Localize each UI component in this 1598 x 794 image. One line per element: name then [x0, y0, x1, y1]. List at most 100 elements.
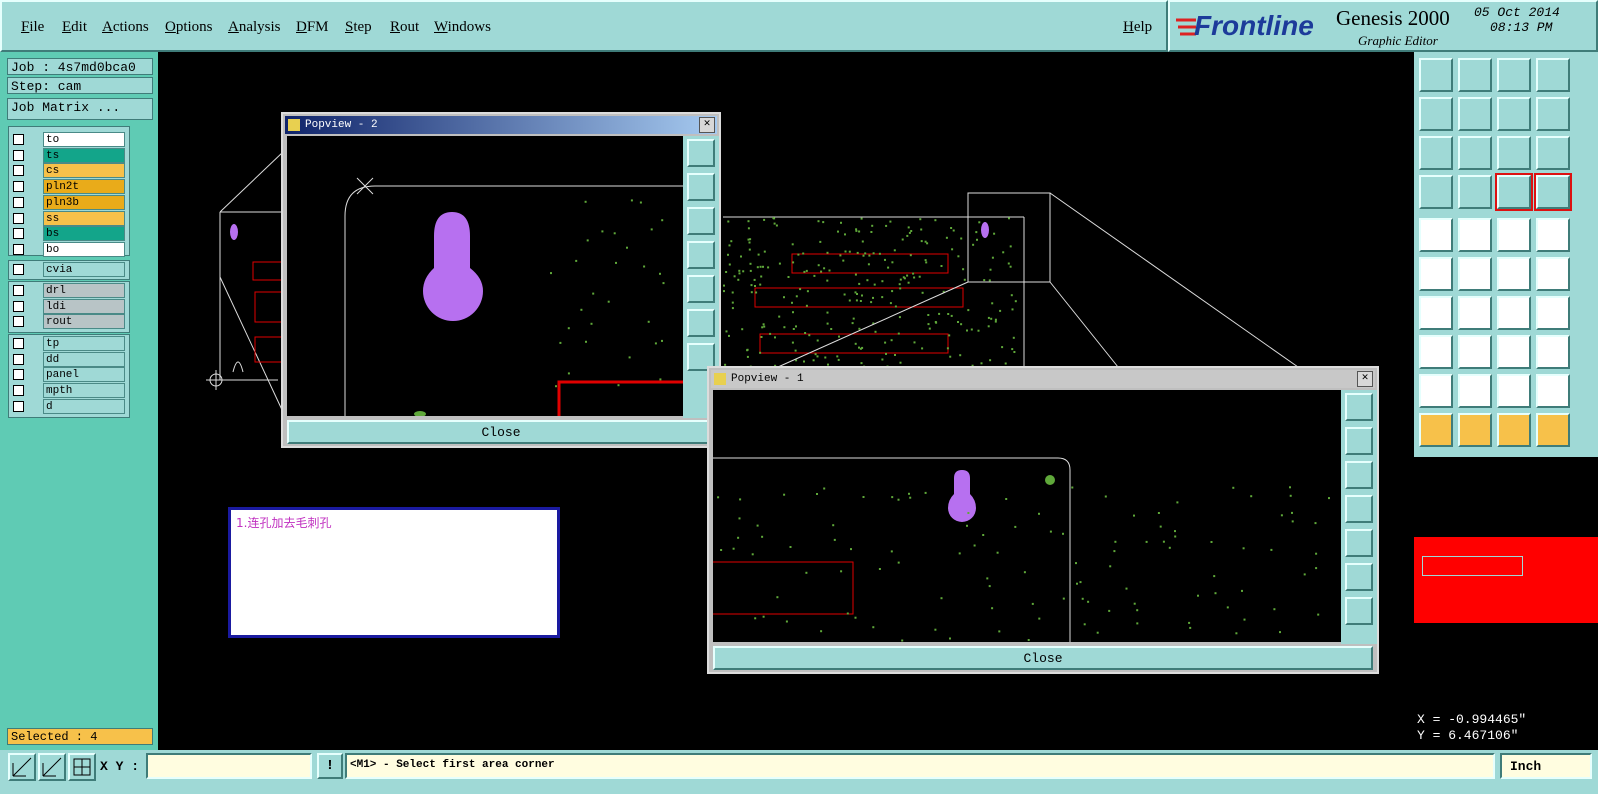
zoom-home-button[interactable]	[1345, 393, 1373, 421]
select-pad-button[interactable]	[1419, 218, 1453, 252]
pan-right-button[interactable]	[1458, 97, 1492, 131]
layer-checkbox[interactable]	[13, 338, 24, 349]
layer-row-ts[interactable]: ts	[10, 147, 126, 163]
help-button[interactable]	[1536, 136, 1570, 170]
fit-box-button[interactable]	[1458, 136, 1492, 170]
popview-2-close-icon[interactable]: ✕	[699, 117, 715, 133]
pan-left-button[interactable]	[1419, 97, 1453, 131]
menu-actions[interactable]: Actions	[102, 19, 149, 36]
route-button[interactable]	[1536, 257, 1570, 291]
layer-row-tp[interactable]: tp	[10, 336, 126, 351]
menu-file[interactable]: File	[21, 19, 44, 36]
connect-button[interactable]	[1419, 257, 1453, 291]
fill-circle-button[interactable]	[1536, 218, 1570, 252]
snap-toggle-button[interactable]	[1497, 97, 1531, 131]
pan-left-button[interactable]	[687, 241, 715, 269]
popview-1-canvas[interactable]	[713, 390, 1341, 659]
layer-checkbox[interactable]	[13, 134, 24, 145]
layer-red-a-button[interactable]	[1495, 173, 1533, 211]
layer-row-drl[interactable]: drl	[10, 283, 126, 298]
layer-row-dd[interactable]: dd	[10, 351, 126, 367]
layer-checkbox[interactable]	[13, 400, 24, 412]
triangle-2-button[interactable]	[1458, 374, 1492, 408]
pan-right-button[interactable]	[1345, 529, 1373, 557]
layer-row-pln2t[interactable]: pln2t	[10, 179, 126, 195]
note-box[interactable]: 1.连孔加去毛刺孔	[228, 507, 560, 638]
triangle-3-button[interactable]	[1497, 374, 1531, 408]
overview-view-box[interactable]	[1422, 556, 1523, 576]
zoom-previous-button[interactable]	[1458, 58, 1492, 92]
fab-text-button[interactable]	[1536, 296, 1570, 330]
layer-checkbox[interactable]	[13, 285, 24, 296]
layer-checkbox[interactable]	[13, 264, 24, 275]
xy-input[interactable]	[146, 753, 312, 779]
menu-step[interactable]: Step	[345, 19, 372, 36]
fit-all-button[interactable]	[1419, 136, 1453, 170]
edit-line-button[interactable]	[1458, 296, 1492, 330]
one-to-one-button[interactable]	[1497, 136, 1531, 170]
pan-left-button[interactable]	[1345, 495, 1373, 523]
draw-line-button[interactable]	[1458, 218, 1492, 252]
layer-checkbox[interactable]	[13, 196, 24, 208]
grid-button[interactable]	[1458, 175, 1492, 209]
popview-1-close-button[interactable]: Close	[713, 646, 1373, 670]
layer-row-d[interactable]: d	[10, 398, 126, 414]
alert-icon[interactable]: !	[317, 753, 343, 779]
info-panel-button[interactable]	[1536, 58, 1570, 92]
pan-down-button[interactable]	[1345, 461, 1373, 489]
zoom-home-button[interactable]	[1419, 58, 1453, 92]
snap-angle-button[interactable]	[38, 753, 66, 781]
gear-pad-button[interactable]	[1536, 335, 1570, 369]
layer-row-cs[interactable]: cs	[10, 163, 126, 179]
menu-windows[interactable]: Windows	[434, 19, 491, 36]
units-field[interactable]: Inch	[1500, 753, 1592, 779]
arc-button[interactable]	[1497, 296, 1531, 330]
menu-rout[interactable]: Rout	[390, 19, 419, 36]
layer-row-rout[interactable]: rout	[10, 314, 126, 330]
menu-help[interactable]: Help	[1123, 19, 1152, 36]
pan-down-button[interactable]	[687, 207, 715, 235]
zoom-out-button[interactable]	[1345, 597, 1373, 625]
layer-row-bo[interactable]: bo	[10, 241, 126, 257]
zoom-in-button[interactable]	[687, 309, 715, 337]
pointer-round-button[interactable]	[1497, 413, 1531, 447]
layer-checkbox[interactable]	[13, 316, 24, 328]
layer-row-bs[interactable]: bs	[10, 226, 126, 242]
popview-1-close-icon[interactable]: ✕	[1357, 371, 1373, 387]
layer-checkbox[interactable]	[13, 243, 24, 255]
ruler-button[interactable]	[1497, 218, 1531, 252]
layer-checkbox[interactable]	[13, 353, 24, 365]
layer-checkbox[interactable]	[13, 385, 24, 397]
resize-button[interactable]	[1458, 335, 1492, 369]
snap-box-button[interactable]	[68, 753, 96, 781]
zoom-home-button[interactable]	[687, 139, 715, 167]
layer-checkbox[interactable]	[13, 165, 24, 177]
popview-2-titlebar[interactable]: Popview - 2	[285, 116, 717, 134]
layer-row-ss[interactable]: ss	[10, 210, 126, 226]
menu-dfm[interactable]: DFM	[296, 19, 329, 36]
layer-checkbox[interactable]	[13, 300, 24, 312]
angle-button[interactable]	[1419, 296, 1453, 330]
popview-1-titlebar[interactable]: Popview - 1	[711, 370, 1375, 388]
menu-edit[interactable]: Edit	[62, 19, 87, 36]
popview-2-canvas[interactable]	[287, 136, 683, 417]
rotate-button[interactable]	[1536, 97, 1570, 131]
popview-2-close-button[interactable]: Close	[287, 420, 715, 444]
menu-analysis[interactable]: Analysis	[228, 19, 281, 36]
delete-x-button[interactable]	[1458, 257, 1492, 291]
triangle-1-button[interactable]	[1419, 374, 1453, 408]
zoom-in-button[interactable]	[1345, 563, 1373, 591]
snap-grid-button[interactable]	[8, 753, 36, 781]
measure-button[interactable]	[1419, 175, 1453, 209]
home-view-button[interactable]	[1497, 58, 1531, 92]
triangle-4-button[interactable]	[1536, 374, 1570, 408]
layer-checkbox[interactable]	[13, 369, 24, 381]
layer-row-mpth[interactable]: mpth	[10, 383, 126, 399]
pan-right-button[interactable]	[687, 275, 715, 303]
menu-options[interactable]: Options	[165, 19, 213, 36]
layer-checkbox[interactable]	[13, 149, 24, 161]
layer-checkbox[interactable]	[13, 212, 24, 224]
pointer-route-button[interactable]	[1536, 413, 1570, 447]
layer-row-pln3b[interactable]: pln3b	[10, 194, 126, 210]
layer-checkbox[interactable]	[13, 181, 24, 193]
